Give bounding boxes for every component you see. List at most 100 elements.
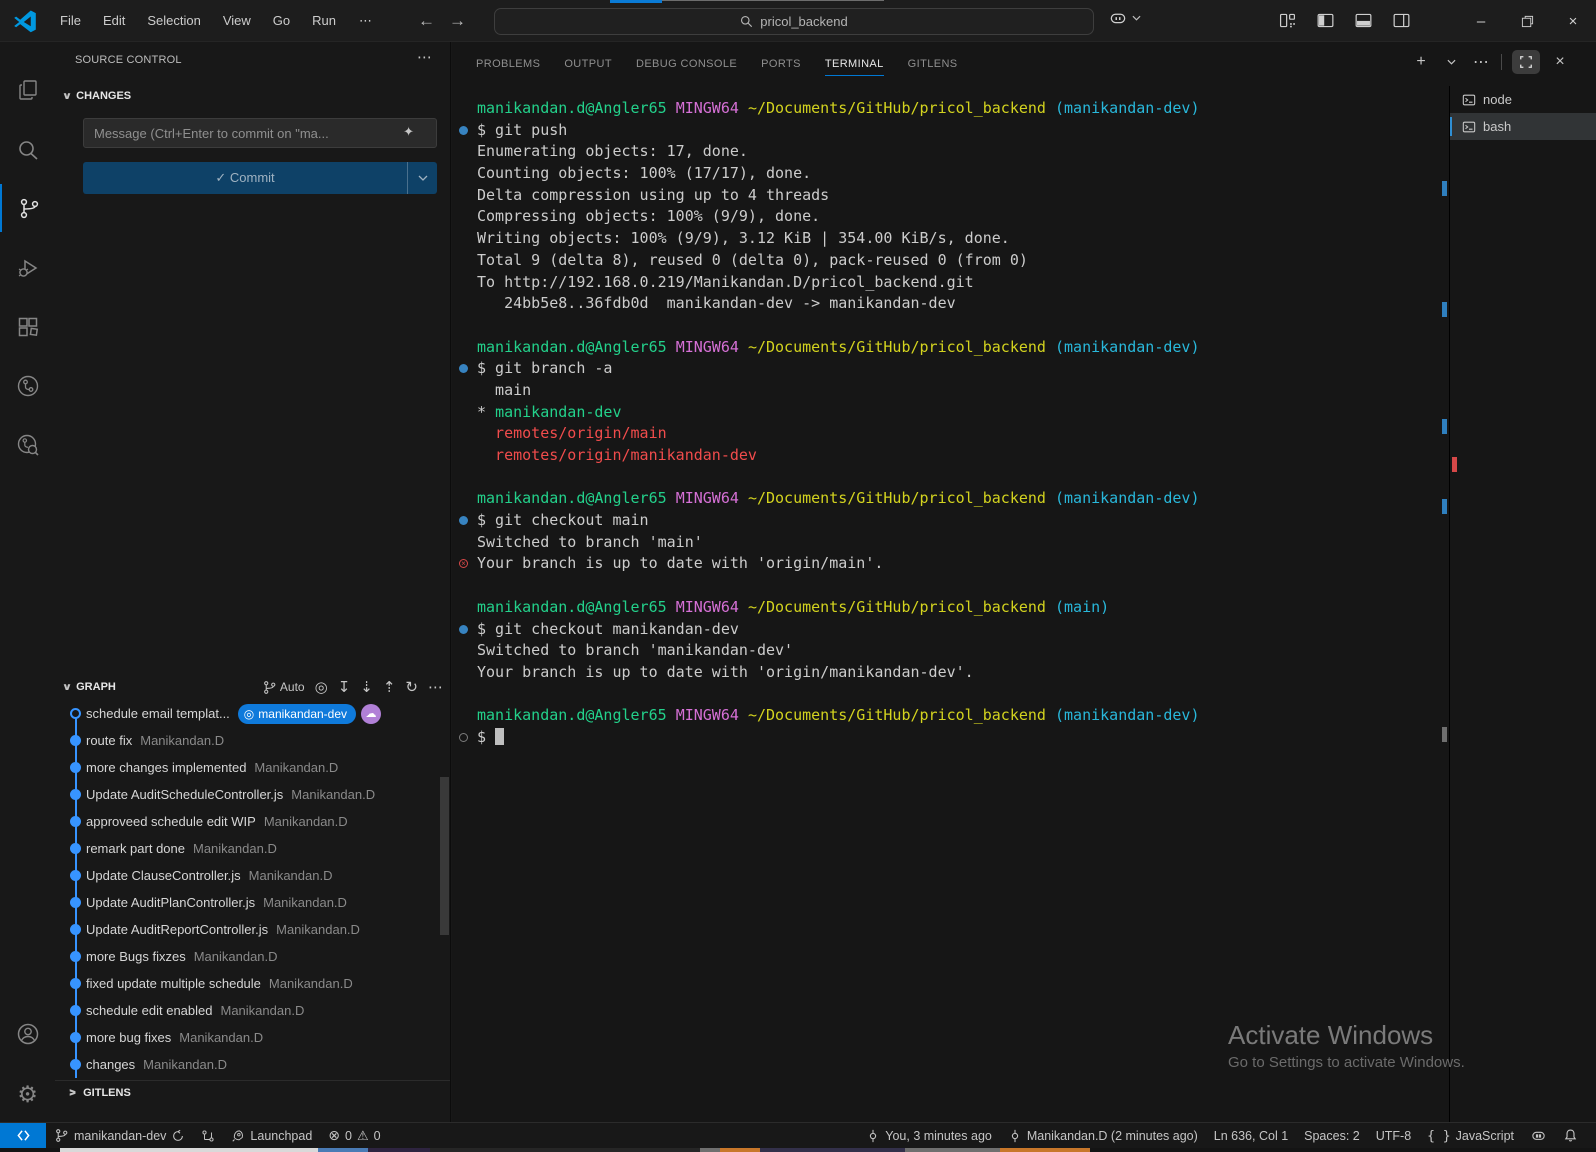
sidebar-scrollbar[interactable]	[440, 777, 449, 935]
status-branch-status[interactable]: manikandan-dev	[46, 1123, 193, 1148]
panel-tab-gitlens[interactable]: GITLENS	[908, 52, 958, 76]
activity-source-control-icon[interactable]	[0, 184, 55, 232]
gitlens-section-header[interactable]: ∨ GITLENS	[55, 1080, 450, 1104]
changes-section-header[interactable]: ∨ CHANGES	[63, 90, 131, 102]
menu-go[interactable]: Go	[262, 8, 301, 33]
status-remote-indicator[interactable]	[0, 1123, 46, 1148]
activity-accounts-icon[interactable]	[0, 1010, 55, 1058]
commit-row[interactable]: schedule email templat...◎manikandan-dev…	[55, 700, 451, 727]
graph-more-icon[interactable]: ⋯	[428, 680, 443, 695]
graph-fetch-icon[interactable]: ↧	[338, 680, 351, 695]
graph-branch-auto-icon[interactable]: Auto	[262, 680, 305, 695]
panel-tab-debug-console[interactable]: DEBUG CONSOLE	[636, 52, 737, 76]
commit-row[interactable]: Update AuditPlanController.jsManikandan.…	[55, 889, 451, 916]
status-copilot-status[interactable]	[1522, 1123, 1555, 1148]
panel-tab-problems[interactable]: PROBLEMS	[476, 52, 540, 76]
chevron-down-icon[interactable]	[1132, 15, 1141, 21]
cloud-icon[interactable]: ☁	[361, 704, 381, 724]
menu-file[interactable]: File	[49, 8, 92, 33]
terminal-instance-list: nodebash	[1450, 86, 1596, 140]
branch-badge[interactable]: ◎manikandan-dev	[238, 704, 356, 724]
taskbar-segment	[1000, 1148, 1090, 1152]
commit-author: Manikandan.D	[291, 787, 375, 802]
customize-layout-icon[interactable]	[1276, 9, 1298, 31]
terminal-profile-dropdown[interactable]	[1441, 50, 1461, 74]
panel-more-actions[interactable]: ⋯	[1471, 50, 1491, 74]
status-gitlens-commit-graph[interactable]	[193, 1123, 223, 1148]
back-button[interactable]: ←	[418, 11, 435, 31]
commit-button[interactable]: ✓ Commit	[83, 162, 437, 194]
commit-row[interactable]: schedule edit enabledManikandan.D	[55, 997, 451, 1024]
command-marker	[459, 733, 468, 742]
taskbar-segment	[430, 1148, 700, 1152]
commit-row[interactable]: more Bugs fixzesManikandan.D	[55, 943, 451, 970]
status-text: 0	[345, 1129, 352, 1143]
close-button[interactable]: ×	[1550, 0, 1596, 42]
activity-run-and-debug-icon[interactable]	[0, 244, 55, 292]
toggle-panel-icon[interactable]	[1352, 9, 1374, 31]
panel-tab-output[interactable]: OUTPUT	[564, 52, 612, 76]
menu-run[interactable]: Run	[301, 8, 347, 33]
terminal-instance-node[interactable]: node	[1450, 86, 1596, 113]
toggle-primary-sidebar-icon[interactable]	[1314, 9, 1336, 31]
commit-row[interactable]: route fixManikandan.D	[55, 727, 451, 754]
activity-gitlens-inspect-icon[interactable]	[0, 421, 55, 469]
commit-message-input[interactable]: Message (Ctrl+Enter to commit on "ma...	[83, 118, 437, 148]
sidebar-more-actions[interactable]: ⋯	[417, 48, 432, 66]
status-notifications[interactable]	[1555, 1123, 1586, 1148]
graph-push-icon[interactable]: ⇡	[383, 680, 396, 695]
toggle-secondary-sidebar-icon[interactable]	[1390, 9, 1412, 31]
commit-title: Update AuditPlanController.js	[86, 895, 255, 910]
graph-refresh-icon[interactable]: ↻	[405, 680, 418, 695]
commit-row[interactable]: approveed schedule edit WIPManikandan.D	[55, 808, 451, 835]
menu-edit[interactable]: Edit	[92, 8, 136, 33]
terminal-line: Enumerating objects: 17, done.	[452, 141, 1449, 163]
terminal-instance-bash[interactable]: bash	[1450, 113, 1596, 140]
status-launchpad[interactable]: Launchpad	[223, 1123, 320, 1148]
activity-explorer-icon[interactable]	[0, 66, 55, 114]
activity-settings-icon[interactable]: ⚙	[0, 1070, 55, 1118]
status-language-mode[interactable]: { }JavaScript	[1419, 1123, 1522, 1148]
commit-dropdown-button[interactable]	[407, 162, 437, 194]
panel-tab-terminal[interactable]: TERMINAL	[825, 52, 884, 76]
status-encoding[interactable]: UTF-8	[1368, 1123, 1419, 1148]
commit-row[interactable]: remark part doneManikandan.D	[55, 835, 451, 862]
commit-row[interactable]: fixed update multiple scheduleManikandan…	[55, 970, 451, 997]
terminal-content[interactable]: manikandan.d@Angler65 MINGW64 ~/Document…	[452, 86, 1449, 1122]
maximize-panel-button[interactable]	[1512, 50, 1540, 74]
commit-row[interactable]: changesManikandan.D	[55, 1051, 451, 1078]
copilot-icon[interactable]	[1108, 8, 1128, 28]
activity-search-icon[interactable]	[0, 126, 55, 174]
menu-view[interactable]: View	[212, 8, 262, 33]
menu-more[interactable]: ⋯	[347, 8, 384, 34]
commit-icon	[866, 1129, 880, 1143]
new-terminal-button[interactable]: +	[1411, 50, 1431, 74]
forward-button[interactable]: →	[449, 11, 466, 31]
graph-section-header[interactable]: ∨ GRAPH	[63, 681, 116, 693]
status-blame-you[interactable]: You, 3 minutes ago	[858, 1123, 1000, 1148]
graph-pull-icon[interactable]: ⇣	[360, 680, 373, 695]
graph-target-icon[interactable]: ◎	[315, 680, 328, 695]
activity-extensions-icon[interactable]	[0, 303, 55, 351]
commit-row[interactable]: Update ClauseController.jsManikandan.D	[55, 862, 451, 889]
commit-row[interactable]: more changes implementedManikandan.D	[55, 754, 451, 781]
commit-row[interactable]: Update AuditReportController.jsManikanda…	[55, 916, 451, 943]
status-problems-status[interactable]: ⊗0⚠0	[320, 1123, 388, 1148]
panel-tab-ports[interactable]: PORTS	[761, 52, 801, 76]
terminal-line: remotes/origin/manikandan-dev	[452, 445, 1449, 467]
command-center-search[interactable]: pricol_backend	[494, 8, 1094, 35]
minimize-button[interactable]: –	[1458, 0, 1504, 42]
copilot-sparkle-icon[interactable]: ✦	[403, 124, 414, 140]
status-blame-author[interactable]: Manikandan.D (2 minutes ago)	[1000, 1123, 1206, 1148]
status-bar: manikandan-dev Launchpad⊗0⚠0 You, 3 minut…	[0, 1122, 1596, 1148]
commit-row[interactable]: more bug fixesManikandan.D	[55, 1024, 451, 1051]
status-cursor-position[interactable]: Ln 636, Col 1	[1206, 1123, 1296, 1148]
status-indentation[interactable]: Spaces: 2	[1296, 1123, 1368, 1148]
menu-selection[interactable]: Selection	[136, 8, 211, 33]
activity-gitlens-icon[interactable]	[0, 362, 55, 410]
commit-row[interactable]: Update AuditScheduleController.jsManikan…	[55, 781, 451, 808]
close-panel-button[interactable]: ×	[1550, 50, 1570, 74]
status-text: JavaScript	[1456, 1129, 1514, 1143]
restore-button[interactable]	[1504, 0, 1550, 42]
bottom-panel: PROBLEMS OUTPUT DEBUG CONSOLE PORTS TERMINAL…	[452, 42, 1596, 1122]
